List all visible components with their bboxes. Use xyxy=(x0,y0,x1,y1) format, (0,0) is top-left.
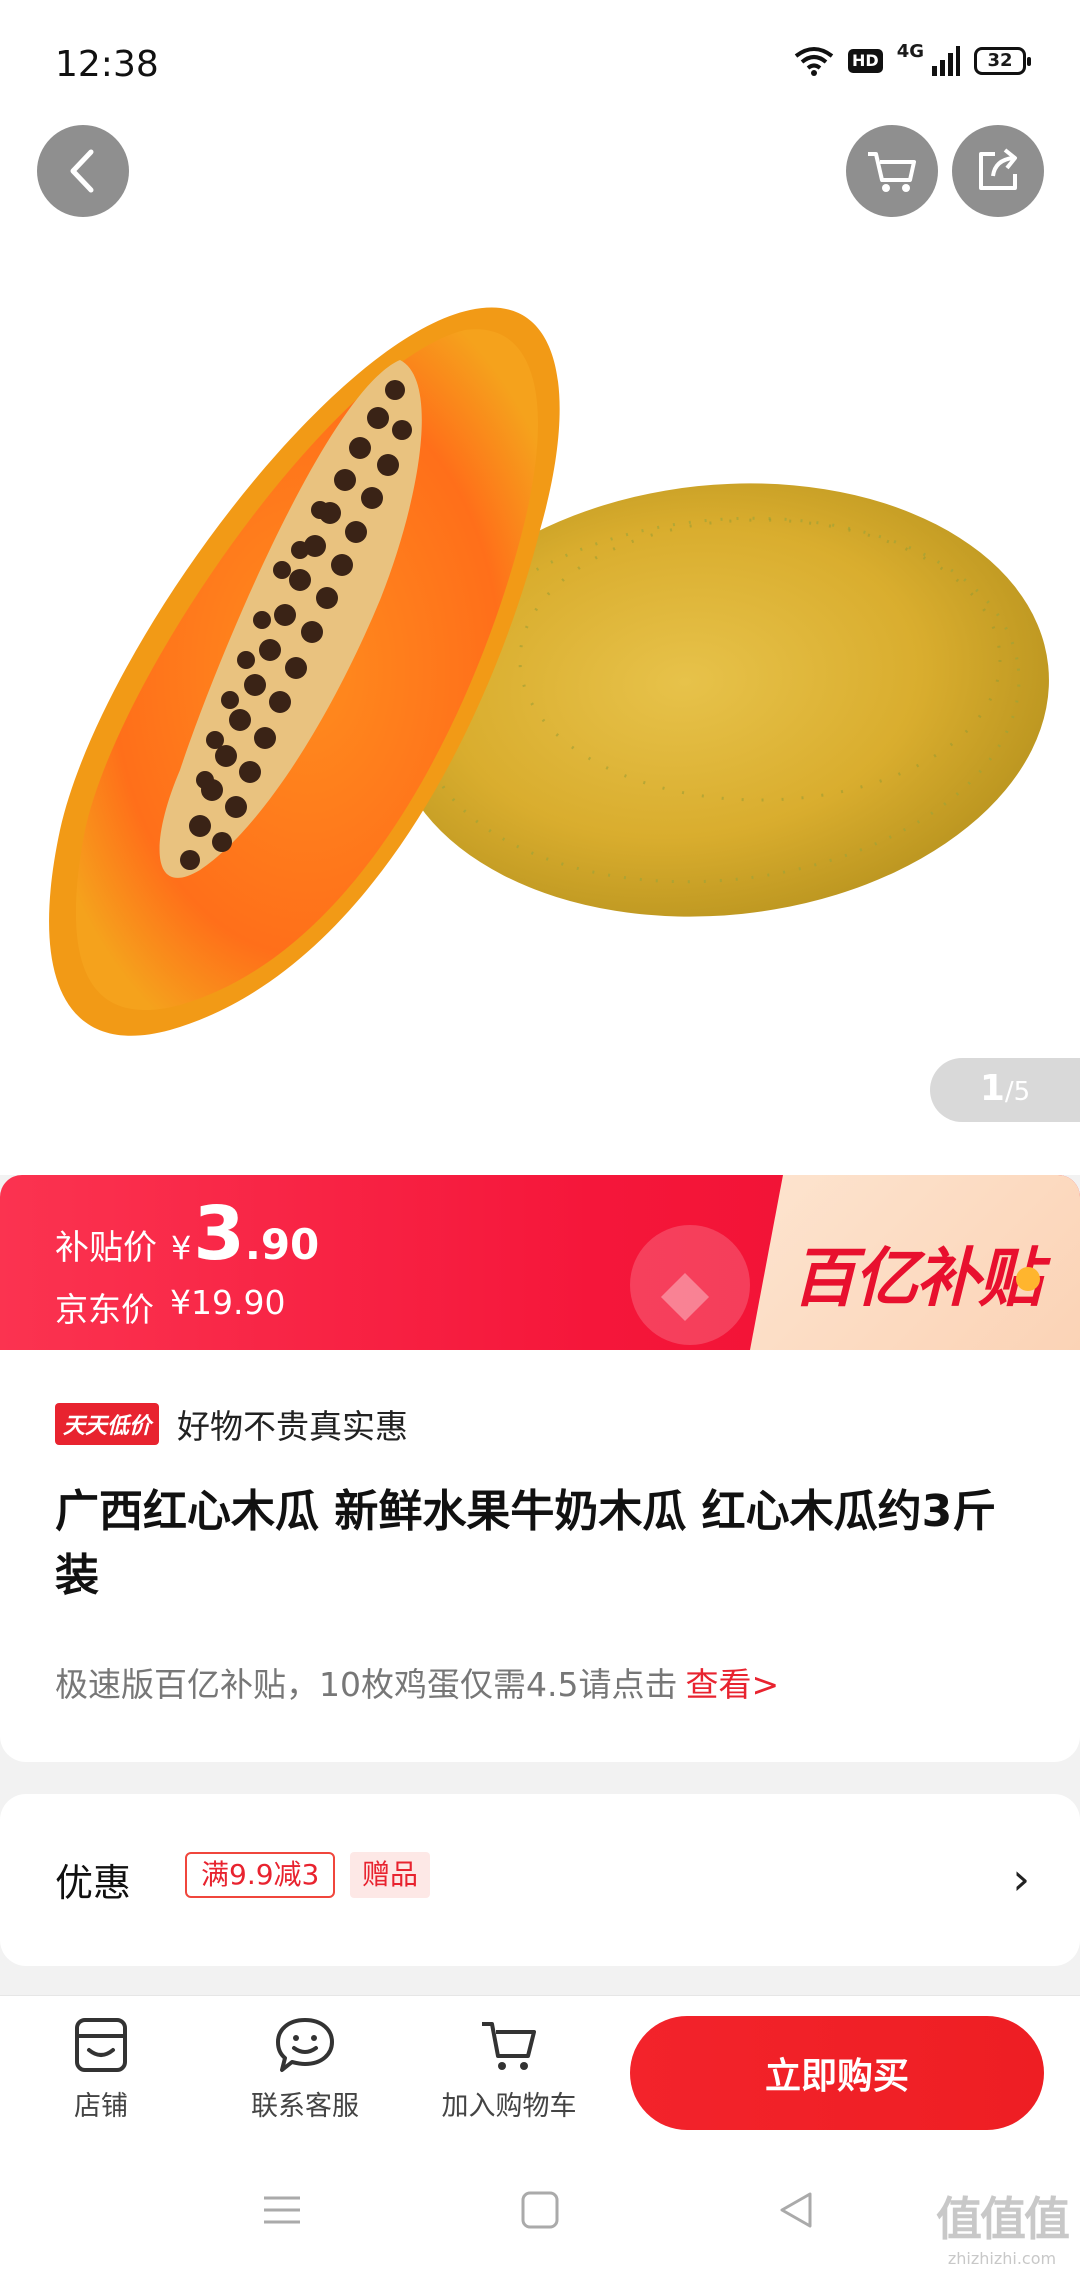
system-navigation-bar: 值值值 zhizhizhi.com xyxy=(0,2145,1080,2280)
gallery-total-pages: /5 xyxy=(1004,1077,1031,1107)
watermark-logo: 值值值 xyxy=(936,2192,1070,2246)
status-time: 12:38 xyxy=(55,44,159,85)
bottom-action-bar: 店铺 联系客服 加入购物车 立即购买 xyxy=(0,1995,1080,2145)
status-bar: 12:38 HD 4G 32 xyxy=(0,0,1080,130)
product-title: 广西红心木瓜 新鲜水果牛奶木瓜 红心木瓜约3斤装 xyxy=(55,1486,997,1601)
network-type: 4G xyxy=(896,40,924,62)
gallery-page-indicator: 1 /5 xyxy=(930,1058,1080,1122)
status-icons: HD 4G 32 xyxy=(794,41,1031,76)
product-image xyxy=(49,307,1049,1036)
add-to-cart-button[interactable]: 加入购物车 xyxy=(424,2016,594,2123)
subsidy-price-decimal: .90 xyxy=(244,1220,320,1269)
store-icon xyxy=(75,2018,127,2072)
price-banner: 补贴价 ¥ 3 .90 京东价 ¥19.90 百亿补贴 xyxy=(0,1175,1080,1350)
back-nav-button[interactable] xyxy=(756,2175,836,2245)
jd-price-value: ¥19.90 xyxy=(170,1283,286,1322)
watermark-url: zhizhizhi.com xyxy=(947,2249,1057,2268)
back-button[interactable] xyxy=(37,125,129,217)
store-button[interactable]: 店铺 xyxy=(16,2016,186,2123)
customer-service-label: 联系客服 xyxy=(251,2091,359,2122)
billion-subsidy-logo: 百亿补贴 xyxy=(792,1242,1042,1316)
lucky-bag-icon xyxy=(630,1225,750,1345)
cart-icon xyxy=(482,2022,536,2070)
buy-now-button[interactable]: 立即购买 xyxy=(630,2016,1044,2130)
menu-button[interactable] xyxy=(242,2175,322,2245)
discount-title: 优惠 xyxy=(55,1861,132,1905)
share-button[interactable] xyxy=(952,125,1044,217)
jd-price-label: 京东价 xyxy=(55,1290,154,1329)
store-label: 店铺 xyxy=(74,2091,128,2122)
gift-tag: 赠品 xyxy=(350,1852,431,1898)
subsidy-price: 补贴价 ¥ 3 .90 xyxy=(55,1197,319,1271)
chat-bubble-icon xyxy=(276,2018,334,2072)
currency-symbol: ¥ xyxy=(171,1229,192,1267)
promo-text: 极速版百亿补贴，10枚鸡蛋仅需4.5请点击 xyxy=(55,1665,678,1704)
product-slogan: 好物不贵真实惠 xyxy=(177,1407,409,1446)
customer-service-button[interactable]: 联系客服 xyxy=(220,2016,390,2123)
menu-icon xyxy=(264,2196,300,2224)
jd-price: 京东价 ¥19.90 xyxy=(55,1283,285,1331)
coupon-tag: 满9.9减3 xyxy=(185,1852,336,1898)
tag-row: 天天低价 好物不贵真实惠 xyxy=(55,1400,408,1448)
back-arrow-icon xyxy=(70,149,94,193)
battery-icon: 32 xyxy=(974,47,1031,75)
chevron-right-icon: › xyxy=(1012,1854,1030,1905)
promo-view-link[interactable]: 查看> xyxy=(685,1665,779,1704)
back-triangle-icon xyxy=(780,2192,812,2228)
add-to-cart-label: 加入购物车 xyxy=(441,2091,577,2122)
watermark: 值值值 zhizhizhi.com xyxy=(936,2183,1070,2268)
share-icon xyxy=(979,148,1017,190)
gallery-current-page: 1 xyxy=(979,1068,1005,1109)
home-square-icon xyxy=(521,2191,559,2229)
daily-low-price-badge: 天天低价 xyxy=(55,1403,160,1445)
signal-icon xyxy=(932,46,960,76)
hd-badge: HD xyxy=(848,49,883,73)
cart-button[interactable] xyxy=(846,125,938,217)
home-button[interactable] xyxy=(500,2175,580,2245)
subsidy-price-label: 补贴价 xyxy=(55,1228,157,1268)
product-info-card: 天天低价 好物不贵真实惠 广西红心木瓜 新鲜水果牛奶木瓜 红心木瓜约3斤装 极速… xyxy=(0,1350,1080,1762)
cart-icon xyxy=(868,152,916,192)
wifi-icon xyxy=(794,47,834,76)
promo-line[interactable]: 极速版百亿补贴，10枚鸡蛋仅需4.5请点击 查看> xyxy=(55,1658,779,1706)
coin-icon xyxy=(1016,1267,1040,1291)
subsidy-price-integer: 3 xyxy=(193,1191,245,1277)
discount-row[interactable]: 优惠 满9.9减3 赠品 › xyxy=(0,1794,1080,1966)
